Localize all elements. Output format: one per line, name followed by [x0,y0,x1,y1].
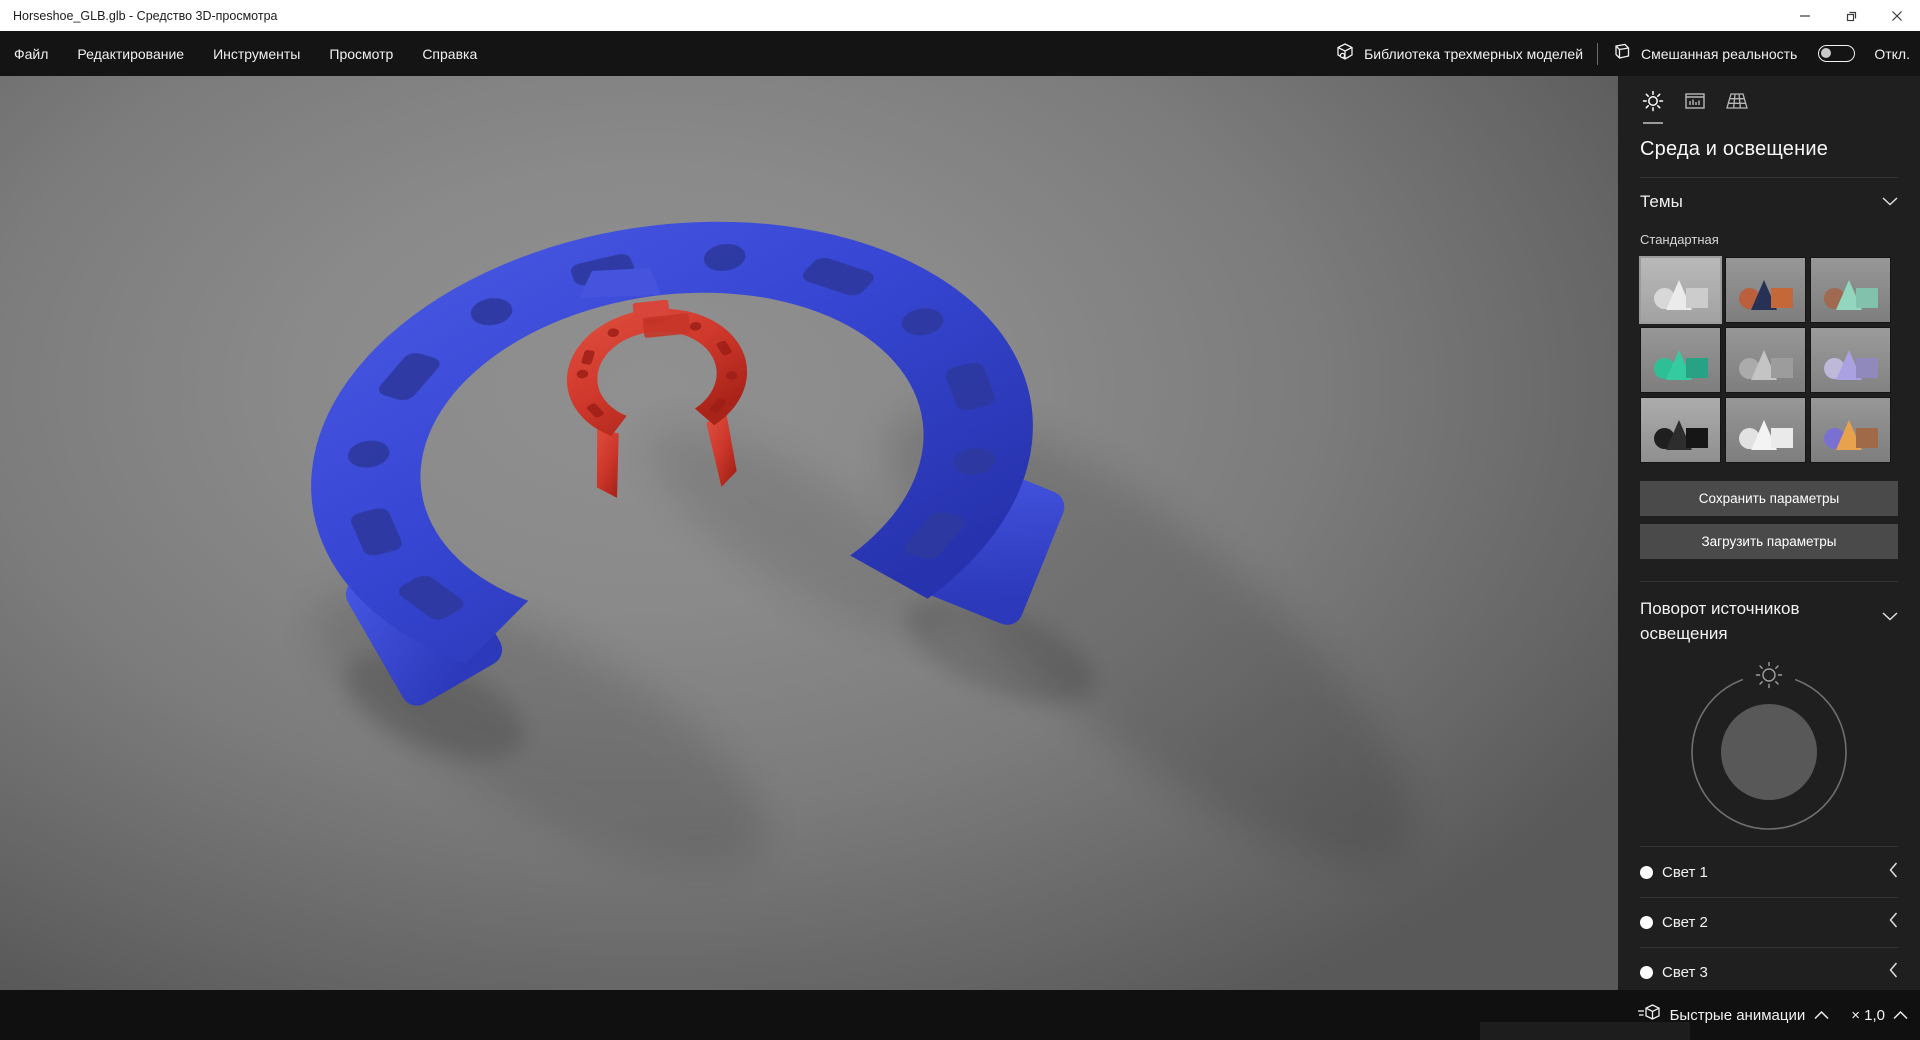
library-label: Библиотека трехмерных моделей [1364,45,1584,62]
cube-shape [1686,288,1708,308]
light-rotation-dial[interactable] [1687,661,1851,832]
light-rotation-label: Поворот источников освещения [1640,599,1800,643]
menu-file[interactable]: Файл [14,46,48,62]
light-row-3[interactable]: Свет 3 [1640,947,1898,990]
fading-toast-overlay [1480,1022,1690,1040]
3d-viewport[interactable] [0,76,1690,1040]
chevron-up-icon[interactable] [1814,1007,1829,1024]
chevron-left-icon[interactable] [1889,912,1898,933]
minimize-icon [1799,10,1811,22]
theme-thumbnail-light-gray[interactable] [1639,256,1722,324]
restore-button[interactable] [1828,0,1874,31]
theme-thumbnail-multicolor[interactable] [1810,397,1891,463]
menu-bar: Файл Редактирование Инструменты Просмотр… [0,31,1920,76]
theme-thumbnail-white[interactable] [1725,397,1806,463]
theme-thumbnail-navy-orange[interactable] [1725,257,1806,323]
theme-thumbnail-black[interactable] [1640,397,1721,463]
panel-tabs [1640,76,1898,124]
title-bar: Horseshoe_GLB.glb - Средство 3D-просмотр… [0,0,1920,31]
light-row-2[interactable]: Свет 2 [1640,897,1898,947]
stats-frame-icon [1684,90,1706,117]
chevron-up-icon[interactable] [1893,1007,1908,1024]
chevron-down-icon [1882,608,1898,646]
chevron-left-icon[interactable] [1889,862,1898,883]
theme-thumbnail-lavender[interactable] [1810,327,1891,393]
minimize-button[interactable] [1782,0,1828,31]
close-icon [1891,10,1903,22]
sun-icon [1642,90,1664,117]
light-color-swatch[interactable] [1640,865,1653,879]
mixed-reality-state: Откл. [1874,45,1910,62]
theme-thumbnail-gray[interactable] [1725,327,1806,393]
cube-library-icon [1335,42,1355,65]
mixed-reality-toggle[interactable] [1818,45,1856,62]
restore-icon [1845,9,1858,22]
light-color-swatch[interactable] [1640,916,1653,929]
menu-view[interactable]: Просмотр [329,46,393,62]
cube-shape [1771,428,1793,448]
save-parameters-button[interactable]: Сохранить параметры [1640,481,1898,516]
theme-thumbnail-mint[interactable] [1810,257,1891,323]
menu-items: Файл Редактирование Инструменты Просмотр… [0,46,477,62]
cube-shape [1856,288,1878,308]
playback-speed-control[interactable]: × 1,0 [1851,1007,1908,1024]
chevron-left-icon[interactable] [1889,962,1898,983]
cube-shape [1686,358,1708,378]
menu-bar-right: Библиотека трехмерных моделей Смешанная … [1335,42,1920,65]
cube-shape [1686,428,1708,448]
cube-shape [1771,288,1793,308]
load-parameters-button[interactable]: Загрузить параметры [1640,524,1898,559]
3d-scene [311,221,1412,866]
light-row-1[interactable]: Свет 1 [1640,847,1898,897]
window-controls [1782,0,1920,31]
dial-knob[interactable] [1721,704,1817,800]
mixed-reality-icon [1612,42,1632,65]
mixed-reality-label: Смешанная реальность [1641,45,1798,62]
lights-list: Свет 1 Свет 2 Свет 3 [1640,847,1898,990]
menu-separator [1597,42,1599,65]
panel-title: Среда и освещение [1640,138,1829,160]
environment-panel: Среда и освещение Темы Стандартная Сохра… [1618,76,1920,990]
menu-edit[interactable]: Редактирование [77,46,184,62]
light-color-swatch[interactable] [1640,966,1653,979]
themes-section-header[interactable]: Темы [1640,192,1898,212]
light-label: Свет 3 [1662,964,1708,981]
themes-group-label: Стандартная [1640,232,1719,247]
mixed-reality-group: Смешанная реальность Откл. [1612,42,1910,65]
light-label: Свет 2 [1662,914,1708,931]
light-label: Свет 1 [1662,863,1708,881]
divider [1640,177,1898,178]
cube-shape [1856,428,1878,448]
toggle-knob [1821,47,1832,58]
cube-shape [1771,358,1793,378]
light-rotation-section-header[interactable]: Поворот источников освещения [1640,596,1898,646]
playback-speed-value: × 1,0 [1851,1006,1885,1024]
main-area: Среда и освещение Темы Стандартная Сохра… [0,76,1920,1040]
tab-environment-lighting[interactable] [1640,90,1666,124]
library-button[interactable]: Библиотека трехмерных моделей [1335,42,1583,65]
horseshoe-tab [579,268,661,298]
quick-animations-label: Быстрые анимации [1669,1006,1806,1024]
grid-icon [1726,90,1748,117]
themes-header-label: Темы [1640,192,1683,211]
tab-ground-grid[interactable] [1724,90,1750,116]
divider [1640,581,1898,582]
menu-help[interactable]: Справка [422,46,477,62]
chevron-down-icon [1882,193,1898,211]
cube-shape [1856,358,1878,378]
menu-tools[interactable]: Инструменты [213,46,300,62]
close-button[interactable] [1874,0,1920,31]
window-title: Horseshoe_GLB.glb - Средство 3D-просмотр… [13,8,278,23]
themes-grid [1639,256,1898,463]
tab-environment-stats[interactable] [1682,90,1708,116]
theme-thumbnail-teal[interactable] [1640,327,1721,393]
